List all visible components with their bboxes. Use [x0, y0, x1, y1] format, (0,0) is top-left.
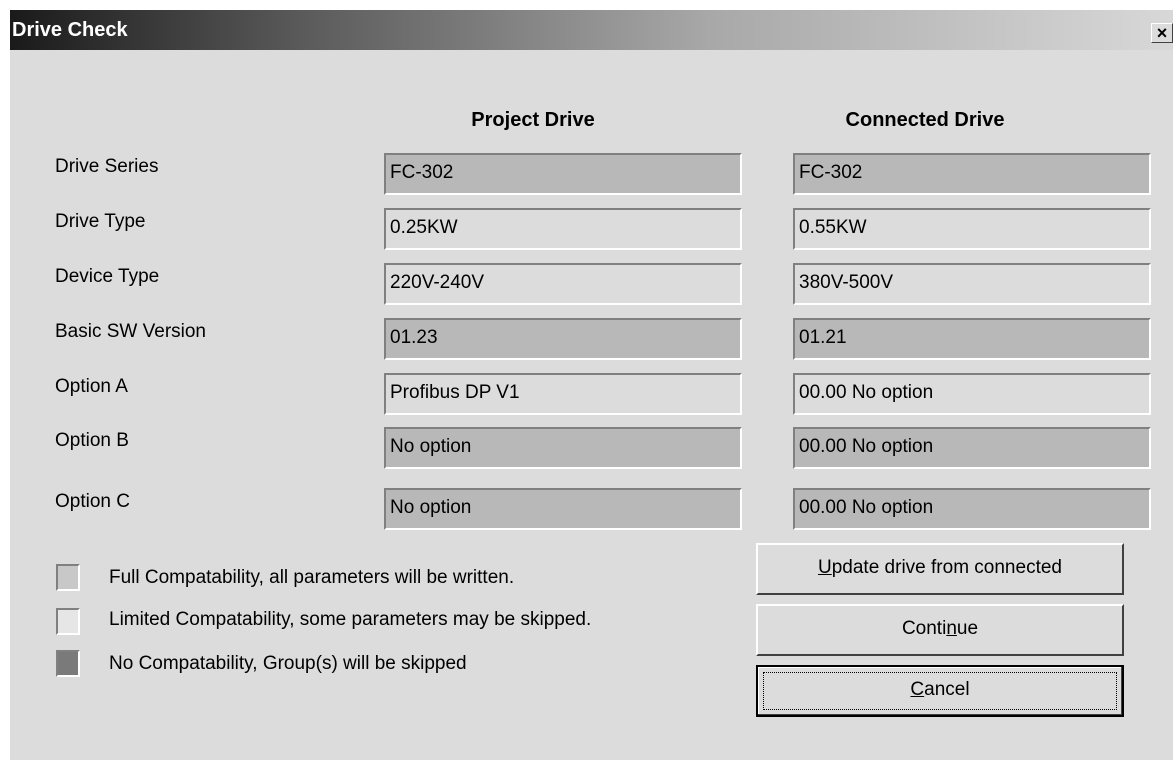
- full-compatibility-swatch: [56, 564, 80, 591]
- continue-button[interactable]: Continue: [756, 604, 1124, 656]
- project-option-b-field: No option: [384, 427, 742, 469]
- cancel-button[interactable]: Cancel: [756, 665, 1124, 717]
- project-drive-series-field: FC-302: [384, 153, 742, 195]
- update-button-label-post: pdate drive from connected: [831, 557, 1062, 578]
- close-button[interactable]: ×: [1151, 23, 1173, 43]
- connected-option-c-field: 00.00 No option: [793, 488, 1151, 530]
- connected-drive-series-field: FC-302: [793, 153, 1151, 195]
- connected-device-type-field: 380V-500V: [793, 263, 1151, 305]
- limited-compatibility-swatch: [56, 608, 80, 635]
- project-drive-type-field: 0.25KW: [384, 208, 742, 250]
- label-option-b: Option B: [55, 430, 129, 451]
- project-device-type-field: 220V-240V: [384, 263, 742, 305]
- full-compatibility-label: Full Compatability, all parameters will …: [109, 567, 515, 588]
- project-drive-heading: Project Drive: [471, 109, 595, 131]
- continue-button-label-pre: Conti: [901, 618, 947, 639]
- project-basic-sw-version-field: 01.23: [384, 318, 742, 360]
- continue-button-label-post: ue: [956, 618, 979, 639]
- connected-option-b-field: 00.00 No option: [793, 427, 1151, 469]
- limited-compatibility-label: Limited Compatability, some parameters m…: [109, 609, 592, 630]
- label-option-c: Option C: [55, 491, 130, 512]
- continue-button-accelerator: n: [946, 618, 957, 639]
- no-compatibility-label: No Compatability, Group(s) will be skipp…: [109, 653, 467, 674]
- dialog-title: Drive Check: [12, 19, 128, 41]
- project-option-a-field: Profibus DP V1: [384, 373, 742, 415]
- label-option-a: Option A: [55, 376, 128, 397]
- close-icon: ×: [1156, 23, 1168, 43]
- update-drive-from-connected-button[interactable]: Update drive from connected: [756, 543, 1124, 595]
- focus-rectangle: [763, 672, 1117, 710]
- label-drive-series: Drive Series: [55, 156, 159, 177]
- connected-option-a-field: 00.00 No option: [793, 373, 1151, 415]
- label-device-type: Device Type: [55, 266, 160, 287]
- update-button-accelerator: U: [818, 557, 832, 578]
- title-bar[interactable]: Drive Check ×: [10, 10, 1173, 50]
- no-compatibility-swatch: [56, 650, 80, 677]
- connected-drive-heading: Connected Drive: [845, 109, 1005, 131]
- label-basic-sw-version: Basic SW Version: [55, 321, 206, 342]
- connected-basic-sw-version-field: 01.21: [793, 318, 1151, 360]
- drive-check-dialog: Drive Check × Project Drive Connected Dr…: [8, 10, 1173, 760]
- project-option-c-field: No option: [384, 488, 742, 530]
- connected-drive-type-field: 0.55KW: [793, 208, 1151, 250]
- label-drive-type: Drive Type: [55, 211, 146, 232]
